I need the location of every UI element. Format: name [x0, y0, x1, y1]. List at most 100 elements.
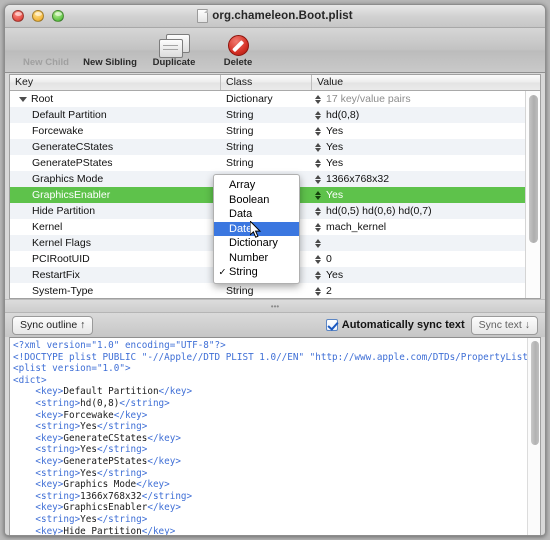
value-stepper-icon[interactable]	[314, 206, 321, 216]
row-value-cell[interactable]: mach_kernel	[312, 221, 540, 233]
delete-button[interactable]: Delete	[206, 28, 270, 68]
class-menu-item[interactable]: Dictionary	[214, 236, 299, 251]
row-key-cell[interactable]: PCIRootUID	[10, 253, 221, 265]
value-stepper-icon[interactable]	[314, 254, 321, 264]
class-menu-item[interactable]: Date	[214, 221, 299, 236]
outline-row[interactable]: Forcewake String Yes	[10, 123, 540, 139]
disclosure-triangle-icon[interactable]	[19, 96, 27, 102]
minimize-button[interactable]	[32, 10, 44, 22]
value-stepper-icon[interactable]	[314, 270, 321, 280]
row-value-label: 0	[326, 253, 332, 265]
outline-row[interactable]: GenerateCStates String Yes	[10, 139, 540, 155]
document-icon	[197, 9, 209, 23]
property-list-outline[interactable]: Key Class Value Root Dictionary 17 key/val…	[9, 74, 541, 299]
value-stepper-icon[interactable]	[314, 286, 321, 296]
row-class-cell[interactable]: String	[221, 285, 312, 297]
auto-sync-checkbox-group[interactable]: Automatically sync text	[325, 319, 465, 331]
row-class-cell[interactable]: String	[221, 141, 312, 153]
value-stepper-icon[interactable]	[314, 110, 321, 120]
class-menu-item[interactable]: ✓ String	[214, 265, 299, 280]
value-stepper-icon[interactable]	[314, 126, 321, 136]
row-key-cell[interactable]: GraphicsEnabler	[10, 189, 221, 201]
xml-line: <dict>	[13, 375, 540, 387]
row-value-cell[interactable]: Yes	[312, 141, 540, 153]
panel-splitter[interactable]: •••	[5, 299, 545, 312]
xml-tag: <key>	[35, 525, 64, 536]
class-menu-item[interactable]: Array	[214, 178, 299, 193]
xml-scrollbar-thumb[interactable]	[531, 341, 539, 445]
value-stepper-icon[interactable]	[314, 222, 321, 232]
new-child-button[interactable]: New Child	[14, 28, 78, 68]
row-class-cell[interactable]: Dictionary	[221, 93, 312, 105]
row-value-cell[interactable]: Yes	[312, 269, 540, 281]
outline-row[interactable]: System-Type String 2	[10, 283, 540, 298]
column-header-value[interactable]: Value	[312, 75, 540, 90]
row-key-cell[interactable]: GenerateCStates	[10, 141, 221, 153]
class-menu-item-label: Date	[229, 222, 253, 235]
xml-source-panel[interactable]: <?xml version="1.0" encoding="UTF-8"?> <!…	[9, 337, 541, 536]
row-key-cell[interactable]: Kernel	[10, 221, 221, 233]
row-key-cell[interactable]: Root	[10, 93, 221, 105]
close-button[interactable]	[12, 10, 24, 22]
auto-sync-checkbox[interactable]	[325, 319, 338, 331]
xml-source-text[interactable]: <?xml version="1.0" encoding="UTF-8"?> <!…	[10, 338, 541, 536]
sync-outline-button[interactable]: Sync outline ↑	[12, 315, 94, 335]
sync-text-button[interactable]: Sync text ↓	[470, 315, 538, 335]
row-key-cell[interactable]: Kernel Flags	[10, 237, 221, 249]
row-key-cell[interactable]: RestartFix	[10, 269, 221, 281]
row-class-cell[interactable]: String	[221, 157, 312, 169]
value-stepper-icon[interactable]	[314, 238, 321, 248]
row-key-cell[interactable]: GeneratePStates	[10, 157, 221, 169]
row-key-label: RestartFix	[32, 269, 80, 281]
row-value-cell[interactable]	[312, 238, 540, 248]
row-key-cell[interactable]: System-Type	[10, 285, 221, 297]
checkmark-icon: ✓	[218, 266, 227, 278]
xml-tag: </string>	[96, 467, 148, 479]
xml-line: <string>Yes</string>	[13, 421, 540, 433]
delete-label: Delete	[223, 57, 253, 68]
row-value-cell[interactable]: 1366x768x32	[312, 173, 540, 185]
row-key-cell[interactable]: Hide Partition	[10, 205, 221, 217]
row-key-cell[interactable]: Graphics Mode	[10, 173, 221, 185]
row-value-cell[interactable]: hd(0,8)	[312, 109, 540, 121]
column-header-key[interactable]: Key	[10, 75, 221, 90]
xml-tag: <!DOCTYPE plist PUBLIC "-//Apple//DTD PL…	[13, 351, 541, 363]
outline-column-header: Key Class Value	[10, 75, 540, 91]
window-titlebar[interactable]: org.chameleon.Boot.plist	[5, 5, 545, 28]
outline-scrollbar[interactable]	[525, 91, 540, 298]
outline-row[interactable]: Default Partition String hd(0,8)	[10, 107, 540, 123]
value-stepper-icon[interactable]	[314, 142, 321, 152]
class-dropdown-menu[interactable]: Array Boolean Data Date Dictionary Number ✓ Str…	[213, 174, 300, 284]
row-value-cell[interactable]: Yes	[312, 189, 540, 201]
column-header-class[interactable]: Class	[221, 75, 312, 90]
row-class-cell[interactable]: String	[221, 109, 312, 121]
value-stepper-icon[interactable]	[314, 190, 321, 200]
xml-text	[13, 514, 35, 525]
row-value-cell[interactable]: hd(0,5) hd(0,6) hd(0,7)	[312, 205, 540, 217]
xml-line: <?xml version="1.0" encoding="UTF-8"?>	[13, 340, 540, 352]
xml-scrollbar[interactable]	[527, 338, 540, 535]
row-value-cell[interactable]: Yes	[312, 157, 540, 169]
outline-scrollbar-thumb[interactable]	[529, 95, 538, 243]
class-menu-item[interactable]: Data	[214, 207, 299, 222]
xml-text	[13, 398, 35, 409]
row-value-cell[interactable]: 0	[312, 253, 540, 265]
duplicate-button[interactable]: Duplicate	[142, 28, 206, 68]
value-stepper-icon[interactable]	[314, 94, 321, 104]
outline-row[interactable]: GeneratePStates String Yes	[10, 155, 540, 171]
outline-row[interactable]: Root Dictionary 17 key/value pairs	[10, 91, 540, 107]
class-menu-item-label: Boolean	[229, 193, 270, 206]
class-menu-item[interactable]: Number	[214, 251, 299, 266]
value-stepper-icon[interactable]	[314, 158, 321, 168]
row-value-cell[interactable]: Yes	[312, 125, 540, 137]
zoom-button[interactable]	[52, 10, 64, 22]
class-menu-item[interactable]: Boolean	[214, 193, 299, 208]
value-stepper-icon[interactable]	[314, 174, 321, 184]
row-key-cell[interactable]: Default Partition	[10, 109, 221, 121]
row-class-cell[interactable]: String	[221, 125, 312, 137]
row-value-cell[interactable]: 17 key/value pairs	[312, 93, 540, 105]
row-key-cell[interactable]: Forcewake	[10, 125, 221, 137]
xml-tag: <dict>	[13, 374, 47, 386]
row-value-cell[interactable]: 2	[312, 285, 540, 297]
new-sibling-button[interactable]: New Sibling	[78, 28, 142, 68]
